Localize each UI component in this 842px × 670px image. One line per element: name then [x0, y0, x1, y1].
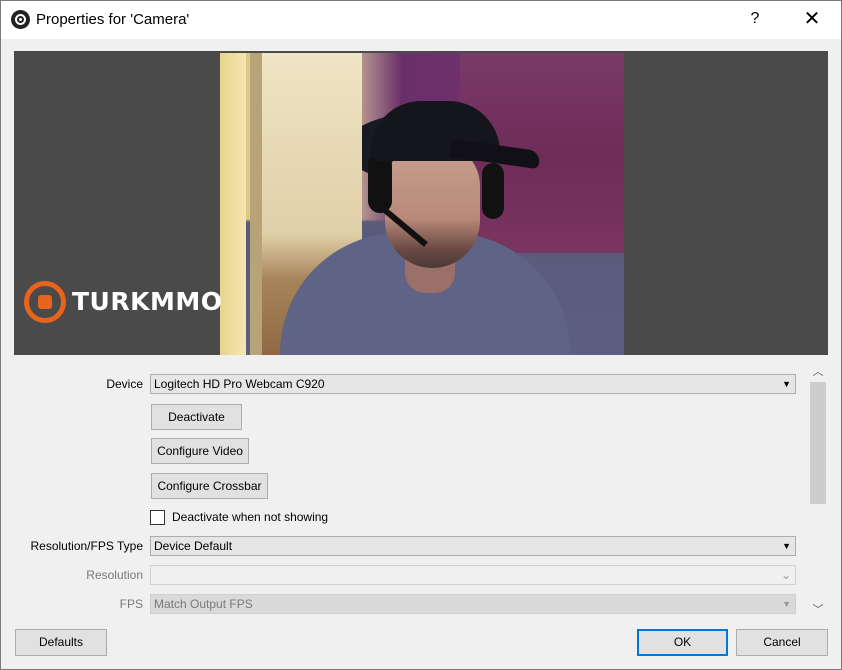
help-button[interactable]: ? — [745, 7, 765, 31]
device-select-value: Logitech HD Pro Webcam C920 — [154, 377, 325, 391]
resolution-label: Resolution — [86, 568, 143, 582]
close-button[interactable]: ✕ — [797, 5, 827, 33]
properties-scrollbar[interactable]: ︿ ﹀ — [809, 362, 827, 620]
gamepad-logo-icon — [24, 281, 66, 323]
resolution-fps-type-label: Resolution/FPS Type — [30, 539, 143, 553]
deactivate-button[interactable]: Deactivate — [151, 404, 242, 430]
deactivate-when-not-showing-label[interactable]: Deactivate when not showing — [172, 510, 328, 524]
device-label: Device — [106, 377, 143, 391]
device-select[interactable]: Logitech HD Pro Webcam C920 ▼ — [150, 374, 796, 394]
webcam-video-frame — [220, 53, 624, 355]
obs-app-icon — [11, 10, 30, 29]
chevron-down-icon: ▼ — [782, 541, 791, 551]
camera-preview: TURKMMO — [14, 51, 828, 355]
deactivate-when-not-showing-checkbox[interactable] — [150, 510, 165, 525]
chevron-down-icon: ▼ — [782, 379, 791, 389]
fps-value: Match Output FPS — [154, 597, 253, 611]
resolution-fps-type-select[interactable]: Device Default ▼ — [150, 536, 796, 556]
chevron-down-icon: ⌄ — [780, 568, 791, 582]
window-title: Properties for 'Camera' — [36, 11, 190, 28]
resolution-select: ⌄ — [150, 565, 796, 585]
defaults-button[interactable]: Defaults — [15, 629, 107, 656]
title-bar: Properties for 'Camera' ? ✕ — [1, 1, 841, 39]
properties-panel: Device Logitech HD Pro Webcam C920 ▼ Dea… — [14, 362, 828, 620]
properties-dialog: Properties for 'Camera' ? ✕ TURKMMO Devi… — [0, 0, 842, 670]
chevron-down-icon: ▼ — [782, 599, 791, 609]
scroll-thumb[interactable] — [810, 382, 826, 504]
cancel-button[interactable]: Cancel — [736, 629, 828, 656]
configure-video-button[interactable]: Configure Video — [151, 438, 249, 464]
scroll-down-icon[interactable]: ﹀ — [809, 600, 827, 620]
scroll-up-icon[interactable]: ︿ — [809, 362, 827, 382]
configure-crossbar-button[interactable]: Configure Crossbar — [151, 473, 268, 499]
fps-select: Match Output FPS ▼ — [150, 594, 796, 614]
resolution-fps-type-value: Device Default — [154, 539, 233, 553]
watermark-text: TURKMMO — [72, 287, 223, 316]
ok-button[interactable]: OK — [637, 629, 728, 656]
fps-label: FPS — [119, 597, 143, 611]
